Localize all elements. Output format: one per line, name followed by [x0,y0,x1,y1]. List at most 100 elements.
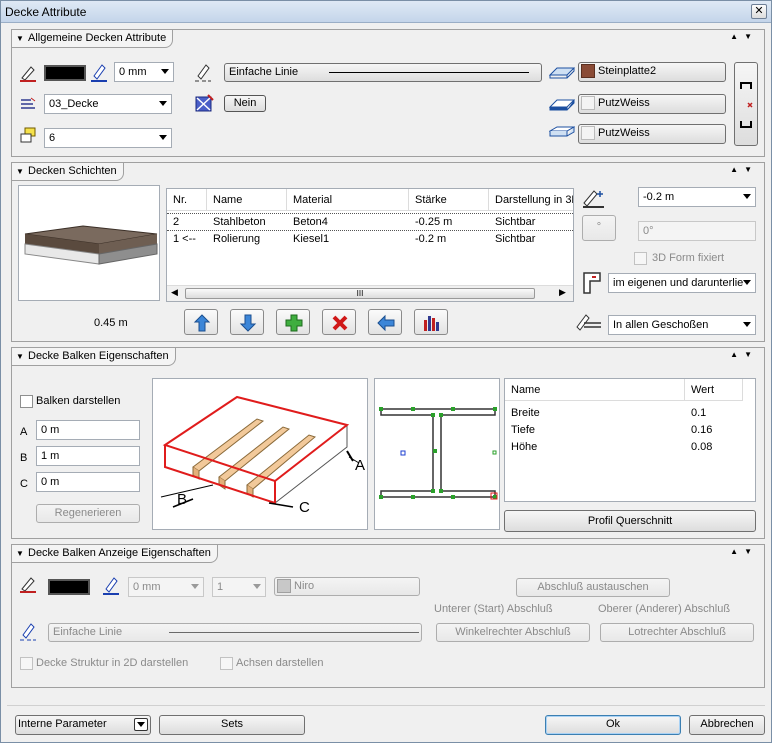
table-row[interactable]: 1 <-- Rolierung Kiesel1 -0.2 m Sichtbar [167,232,573,250]
bar-chart-icon [424,316,439,331]
visibility-combo[interactable]: im eigenen und darunterlie [608,273,756,293]
ok-button[interactable]: Ok [545,715,681,735]
struct-2d-label: Decke Struktur in 2D darstellen [36,657,189,669]
panel-move-arrows-icon[interactable]: ▲▼ [730,350,758,359]
general-panel-title: Allgemeine Decken Attribute [28,32,167,44]
pen-color-swatch[interactable] [44,65,86,81]
offset-icon [583,190,604,208]
internal-params-button[interactable]: Interne Parameter [15,715,151,735]
param-key-a: A [20,426,28,438]
table-scrollbar[interactable]: ◀ III ▶ [167,285,573,301]
panel-move-arrows-icon[interactable]: ▲▼ [730,165,758,174]
layer-chart-button[interactable] [414,309,448,335]
sets-button[interactable]: Sets [159,715,305,735]
beam-pen-color-swatch[interactable] [48,579,90,595]
cancel-button[interactable]: Abbrechen [689,715,765,735]
move-up-button[interactable] [184,309,218,335]
beam-pen-count-combo[interactable]: 1 [212,577,266,597]
table-row[interactable]: 2 Stahlbeton Beton4 -0.25 m Sichtbar [167,213,573,231]
swap-end-label: Abschluß austauschen [537,581,649,593]
beam-line-type-button[interactable]: Einfache Linie [48,623,422,642]
scroll-left-icon[interactable]: ◀ [171,287,178,298]
offset-value: -0.2 m [643,191,675,203]
struct-2d-checkbox[interactable] [20,657,33,670]
swap-end-button[interactable]: Abschluß austauschen [516,578,670,597]
add-layer-button[interactable] [276,309,310,335]
plus-icon [285,314,303,332]
floors-combo[interactable]: In allen Geschoßen [608,315,756,335]
angle-field[interactable]: 0° [638,221,756,241]
col-prop-value[interactable]: Wert [685,379,743,401]
layer-combo[interactable]: 03_Decke [44,94,172,114]
regenerate-button[interactable]: Regenerieren [36,504,140,523]
beam-line-type-label: Einfache Linie [53,626,123,638]
floors-value: In allen Geschoßen [613,319,709,331]
delete-layer-button[interactable] [322,309,356,335]
dropdown-arrow-icon [134,718,148,731]
bottom-surface-button[interactable]: PutzWeiss [578,124,726,144]
row-thickness: -0.2 m [415,233,447,245]
table-row[interactable]: Breite 0.1 [505,407,755,423]
panel-move-arrows-icon[interactable]: ▲▼ [730,32,758,41]
other-end-button[interactable]: Lotrechter Abschluß [600,623,754,642]
col-thickness[interactable]: Stärke [409,189,489,211]
start-end-button[interactable]: Winkelrechter Abschluß [436,623,590,642]
prop-value: 0.16 [691,424,713,436]
move-down-button[interactable] [230,309,264,335]
param-c-field[interactable]: 0 m [36,472,140,492]
param-b-field[interactable]: 1 m [36,446,140,466]
col-nr[interactable]: Nr. [167,189,207,211]
fill-toggle-button[interactable]: Nein [224,95,266,112]
surface-link-button[interactable] [734,62,758,146]
delete-x-icon [332,315,348,331]
offset-combo[interactable]: -0.2 m [638,187,756,207]
table-row[interactable]: Tiefe 0.16 [505,424,755,440]
chain-link-icon [740,82,753,128]
beams-panel-title: Decke Balken Eigenschaften [28,350,169,362]
scroll-thumb[interactable]: III [185,288,535,299]
row-nr: 1 <-- [173,233,196,245]
col-prop-name[interactable]: Name [505,379,685,401]
layer-value: 03_Decke [49,98,99,110]
show-beams-checkbox[interactable] [20,395,33,408]
line-type-button[interactable]: Einfache Linie [224,63,542,82]
top-surface-button[interactable]: Steinplatte2 [578,62,726,82]
pen-width-value: 0 mm [119,66,147,78]
prop-name: Höhe [511,441,538,453]
pen-width-combo[interactable]: 0 mm [114,62,174,82]
beam-pen-width-combo[interactable]: 0 mm [128,577,204,597]
side-surface-button[interactable]: PutzWeiss [578,94,726,114]
scroll-right-icon[interactable]: ▶ [559,287,566,298]
priority-combo[interactable]: 6 [44,128,172,148]
col-material[interactable]: Material [287,189,409,211]
form-fixed-checkbox[interactable] [634,252,647,265]
profile-section-button[interactable]: Profil Querschnitt [504,510,756,532]
axes-checkbox[interactable] [220,657,233,670]
beam-material-button[interactable]: Niro [274,577,420,596]
pen-width-icon [91,64,107,82]
stone-texture-icon [581,64,595,79]
col-name[interactable]: Name [207,189,287,211]
preview-label-c: C [299,499,310,516]
angle-button[interactable]: ° [582,215,616,241]
beam-material-label: Niro [294,580,315,592]
beams-panel-header[interactable]: ▼ Decke Balken Eigenschaften [12,348,176,366]
top-surface-label: Steinplatte2 [598,65,657,77]
close-button[interactable]: ✕ [751,4,767,19]
side-surface-label: PutzWeiss [598,97,650,109]
beam-pen-width-value: 0 mm [133,581,161,593]
table-row[interactable]: Höhe 0.08 [505,441,755,457]
general-panel-header[interactable]: ▼ Allgemeine Decken Attribute [12,30,174,48]
window-title: Decke Attribute [5,5,87,19]
collapse-triangle-icon: ▼ [16,352,24,361]
beam-display-panel-header[interactable]: ▼ Decke Balken Anzeige Eigenschaften [12,545,218,563]
param-b-value: 1 m [41,450,60,462]
param-a-field[interactable]: 0 m [36,420,140,440]
col-display-3d[interactable]: Darstellung in 3D [489,189,573,211]
set-reference-button[interactable] [368,309,402,335]
pen-width-icon [103,577,119,595]
panel-move-arrows-icon[interactable]: ▲▼ [730,547,758,556]
line-type-icon [195,64,211,82]
arrow-down-icon [239,314,257,332]
layers-panel-header[interactable]: ▼ Decken Schichten [12,163,124,181]
